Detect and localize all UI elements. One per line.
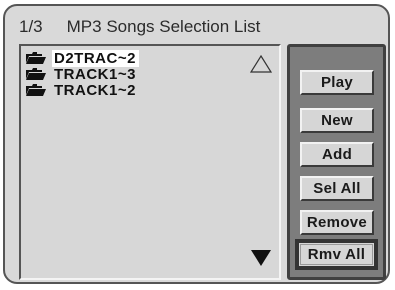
- folder-icon: [26, 52, 46, 64]
- scroll-up-icon[interactable]: [249, 54, 273, 74]
- header: 1/3 MP3 Songs Selection List: [19, 14, 260, 40]
- play-button[interactable]: Play: [300, 70, 374, 95]
- action-button-panel: Play New Add Sel All Remove Rmv All: [287, 44, 386, 280]
- page-indicator: 1/3: [19, 17, 43, 36]
- list-item[interactable]: D2TRAC~2: [25, 49, 139, 67]
- new-button[interactable]: New: [300, 108, 374, 133]
- remove-button[interactable]: Remove: [300, 210, 374, 235]
- file-name: TRACK1~2: [54, 81, 136, 99]
- file-name: D2TRAC~2: [52, 49, 139, 67]
- list-item[interactable]: TRACK1~3: [25, 65, 139, 83]
- file-list: D2TRAC~2 TRACK1~3 TRACK1~2: [25, 49, 139, 99]
- mp3-selection-screen: 1/3 MP3 Songs Selection List D2TRAC~2 TR…: [3, 4, 390, 284]
- select-all-button[interactable]: Sel All: [300, 176, 374, 201]
- list-item[interactable]: TRACK1~2: [25, 81, 139, 99]
- screen-title: MP3 Songs Selection List: [66, 17, 261, 36]
- scroll-down-icon[interactable]: [249, 248, 273, 268]
- remove-all-button[interactable]: Rmv All: [295, 239, 378, 270]
- song-list-panel: D2TRAC~2 TRACK1~3 TRACK1~2: [19, 44, 281, 280]
- add-button[interactable]: Add: [300, 142, 374, 167]
- folder-icon: [26, 84, 46, 96]
- file-name: TRACK1~3: [54, 65, 136, 83]
- folder-icon: [26, 68, 46, 80]
